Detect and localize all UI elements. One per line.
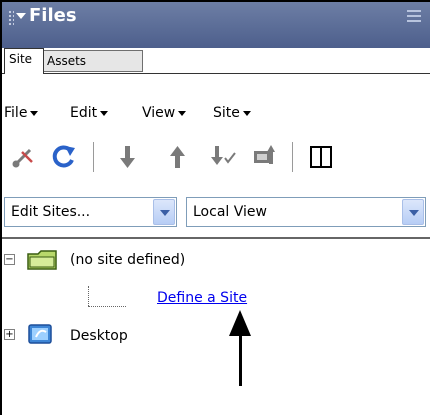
refresh-icon[interactable] [48,140,78,174]
check-out-icon[interactable] [208,140,238,174]
define-site-link[interactable]: Define a Site [157,290,247,306]
divider [2,237,430,239]
chevron-down-icon [100,111,109,116]
toolbar-separator [292,142,293,172]
toolbar-separator [93,142,94,172]
tree-desktop-label[interactable]: Desktop [70,328,128,344]
menu-site-label: Site [213,105,240,121]
menu-file[interactable]: File [4,105,39,121]
menu-edit[interactable]: Edit [70,105,109,121]
tab-assets[interactable]: Assets [42,50,143,72]
menu-file-label: File [4,105,28,121]
chevron-down-icon[interactable] [153,199,175,225]
panel-title: Files [29,5,77,26]
tab-site[interactable]: Site [4,48,44,74]
desktop-icon [28,324,52,344]
menu-view[interactable]: View [142,105,187,121]
get-files-icon[interactable] [116,140,140,174]
gripper-icon[interactable] [8,10,14,26]
expand-icon[interactable] [307,140,337,174]
chevron-down-icon [242,111,251,116]
connect-icon[interactable] [8,140,38,174]
annotation-arrow-shaft [239,330,242,386]
toolbar [2,140,430,176]
chevron-down-icon[interactable] [402,199,424,225]
menu-bar: File Edit View Site [2,74,430,126]
menu-site[interactable]: Site [213,105,251,121]
chevron-down-icon [30,111,39,116]
chevron-down-icon [178,111,187,116]
view-select-value: Local View [193,204,267,220]
tree-connector [88,286,89,306]
put-files-icon[interactable] [166,140,190,174]
menu-edit-label: Edit [70,105,98,121]
check-in-icon[interactable] [250,140,280,174]
site-select[interactable]: Edit Sites... [4,197,177,227]
panel-options-icon[interactable] [407,10,421,24]
folder-icon [27,250,57,270]
panel-title-bar[interactable]: Files [2,2,430,48]
tree-connector [88,306,126,307]
expand-toggle-icon[interactable]: + [4,329,15,340]
collapse-arrow-icon[interactable] [16,13,26,19]
tree-root-label[interactable]: (no site defined) [70,252,185,268]
view-select[interactable]: Local View [186,197,426,227]
collapse-toggle-icon[interactable]: − [4,254,15,265]
file-tree: − (no site defined) Define a Site + Desk… [2,240,430,415]
site-select-value: Edit Sites... [11,204,91,220]
files-panel: Files Assets Site File Edit View Site Ed… [0,0,430,415]
menu-view-label: View [142,105,176,121]
